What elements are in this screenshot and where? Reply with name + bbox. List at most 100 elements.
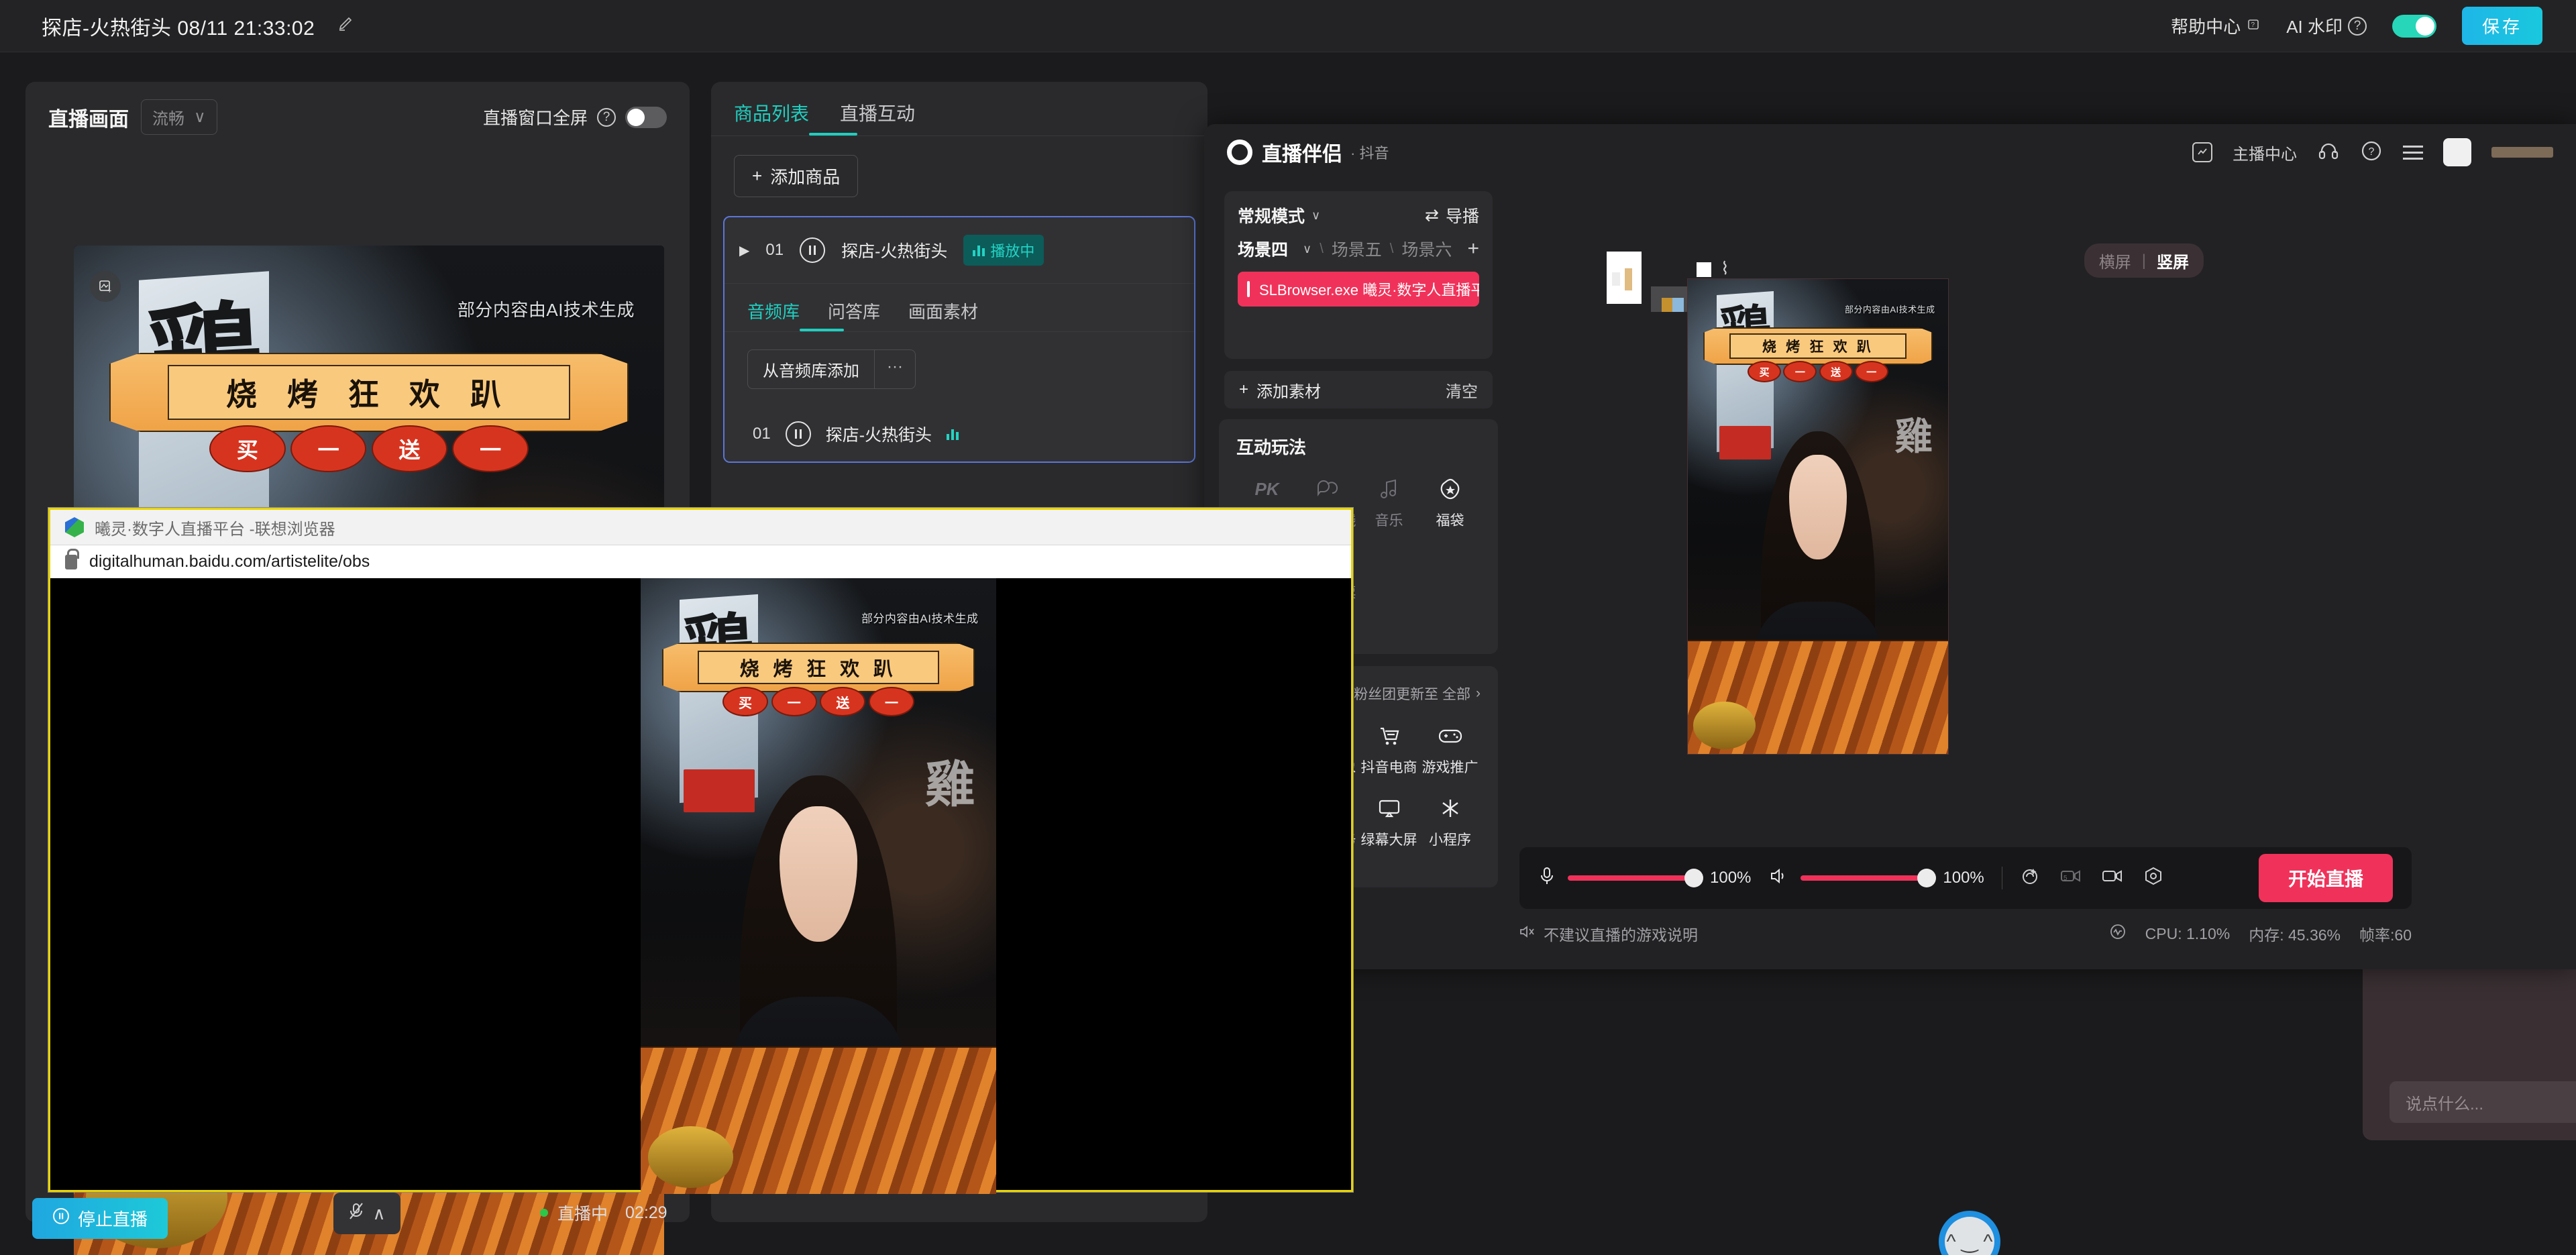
tool-item-mini-program[interactable]: 小程序: [1419, 794, 1481, 849]
orientation-portrait[interactable]: 竖屏: [2157, 249, 2189, 272]
tool-item-green-screen[interactable]: 绿幕大屏: [1358, 794, 1419, 849]
add-material-button[interactable]: + 添加素材 清空: [1224, 371, 1493, 408]
live-status-label: 直播中: [557, 1205, 608, 1223]
stop-live-button[interactable]: 停止直播: [32, 1198, 168, 1239]
pause-circle-icon[interactable]: [785, 421, 811, 447]
interactive-item-label: 音乐: [1375, 513, 1403, 529]
tab-audio-library[interactable]: 音频库: [747, 298, 800, 331]
mic-mute-control[interactable]: ∧: [333, 1193, 400, 1234]
save-button[interactable]: 保存: [2461, 7, 2542, 45]
source-item[interactable]: SLBrowser.exe 曦灵·数字人直播平台 -...: [1238, 272, 1479, 307]
scene-tab-5[interactable]: 场景五: [1332, 237, 1382, 261]
cooking-pan: [1693, 702, 1756, 749]
browser-video-preview[interactable]: 鶏 雞 部分内容由AI技术生成 烧 烤 狂 欢 趴 买 一 送 一: [641, 578, 996, 1194]
scene-separator: \: [1320, 241, 1324, 256]
browser-window: 曦灵·数字人直播平台 -联想浏览器 digitalhuman.baidu.com…: [48, 508, 1353, 1194]
add-from-library-button[interactable]: 从音频库添加 ···: [747, 349, 916, 389]
promo-ribbon-text: 烧 烤 狂 欢 趴: [167, 364, 571, 421]
promo-badge: 一: [771, 687, 817, 716]
assistant-bot-icon[interactable]: ^ ‿ ^: [1939, 1211, 2000, 1255]
chevron-down-icon[interactable]: ∨: [1311, 209, 1320, 223]
tool-item-douyin-ecommerce[interactable]: 抖音电商: [1358, 722, 1419, 777]
settings-hex-icon[interactable]: [2143, 866, 2163, 891]
anchor-center-icon[interactable]: [2192, 142, 2212, 162]
chevron-up-icon[interactable]: ∧: [372, 1203, 385, 1224]
product-name: 探店-火热街头: [841, 242, 948, 261]
hamburger-menu-icon[interactable]: [2403, 145, 2423, 160]
comment-input[interactable]: 说点什么...: [2390, 1081, 2576, 1123]
camera-icon[interactable]: [2102, 867, 2123, 889]
thumbnail-small[interactable]: [1697, 262, 1711, 277]
fullscreen-group: 直播窗口全屏 ?: [483, 105, 667, 129]
quality-select[interactable]: 流畅 ∨: [141, 99, 217, 135]
thumbnail-white[interactable]: [1607, 252, 1642, 304]
street-sign-red: [683, 769, 755, 812]
orientation-landscape[interactable]: 横屏: [2099, 249, 2131, 272]
clear-material-button[interactable]: 清空: [1446, 378, 1478, 402]
chevron-down-icon[interactable]: ∨: [1303, 242, 1311, 256]
speaker-volume-slider[interactable]: [1801, 869, 1937, 887]
companion-preview-canvas[interactable]: 鶏 雞 部分内容由AI技术生成 烧 烤 狂 欢 趴 买 一 送 一: [1687, 278, 1949, 755]
beauty-filter-icon[interactable]: [2020, 866, 2040, 891]
add-product-button[interactable]: + 添加商品: [734, 155, 859, 197]
camera-5-icon[interactable]: 5: [2060, 867, 2082, 889]
fullscreen-toggle[interactable]: [625, 106, 667, 128]
tab-live-interaction[interactable]: 直播互动: [840, 99, 915, 135]
add-scene-icon[interactable]: +: [1467, 237, 1479, 260]
cpu-usage: CPU: 1.10%: [2145, 924, 2231, 942]
interactive-item-music[interactable]: 音乐: [1358, 475, 1419, 530]
tab-screen-material[interactable]: 画面素材: [908, 298, 978, 331]
game-warning-text[interactable]: 不建议直播的游戏说明: [1544, 922, 1698, 945]
avatar[interactable]: [2443, 138, 2471, 166]
thumbnail-dark[interactable]: [1651, 286, 1687, 312]
tab-qa-library[interactable]: 问答库: [828, 298, 880, 331]
promo-badge: 一: [868, 687, 915, 716]
live-duration: 02:29: [625, 1203, 667, 1222]
ai-watermark-toggle[interactable]: [2392, 14, 2436, 38]
pause-circle-icon[interactable]: [800, 237, 826, 263]
help-center-label: 帮助中心: [2171, 17, 2241, 37]
companion-logo-icon: [1227, 140, 1252, 165]
pencil-icon[interactable]: [337, 15, 355, 37]
promo-badge: 送: [820, 687, 866, 716]
audio-row[interactable]: 01 探店-火热街头: [724, 406, 1194, 461]
promo-badge: 一: [1854, 361, 1888, 382]
expand-caret-icon[interactable]: ▶: [739, 242, 749, 259]
interactive-item-lucky-bag[interactable]: 福袋: [1419, 475, 1481, 530]
anchor-center-label[interactable]: 主播中心: [2233, 141, 2297, 164]
mic-volume-slider[interactable]: [1568, 869, 1703, 887]
fans-update-label: 粉丝团更新至 全部: [1354, 686, 1470, 702]
product-card[interactable]: ▶ 01 探店-火热街头 播放中 音频库 问答库 画面素材 从音频库添加 ···: [723, 216, 1195, 463]
add-product-label: 添加商品: [770, 167, 841, 187]
product-row[interactable]: ▶ 01 探店-火热街头 播放中: [724, 217, 1194, 283]
music-note-icon: [1375, 475, 1403, 503]
promo-ribbon: 烧 烤 狂 欢 趴: [661, 643, 975, 692]
chevron-down-icon: ∨: [194, 108, 206, 126]
status-badge-label: 播放中: [990, 243, 1035, 260]
headset-icon[interactable]: [2317, 140, 2340, 166]
microphone-icon[interactable]: [1538, 866, 1556, 891]
help-center-link[interactable]: 帮助中心 ?: [2171, 13, 2261, 38]
mode-row: 常规模式 ∨ ⇄ 导播: [1238, 203, 1479, 227]
question-circle-icon[interactable]: ?: [2347, 16, 2367, 36]
external-link-icon: ?: [2246, 17, 2261, 36]
mode-label[interactable]: 常规模式: [1238, 203, 1305, 227]
fans-update-link[interactable]: 粉丝团更新至 全部 ›: [1341, 684, 1481, 704]
orientation-toggle[interactable]: 横屏 | 竖屏: [2084, 243, 2204, 278]
library-tabs-divider: [724, 331, 1194, 332]
speaker-icon[interactable]: [1770, 867, 1788, 890]
director-button[interactable]: ⇄ 导播: [1425, 203, 1479, 227]
question-circle-icon[interactable]: ?: [597, 107, 616, 127]
browser-address-bar[interactable]: digitalhuman.baidu.com/artistelite/obs: [50, 545, 1351, 578]
lock-icon: [65, 548, 79, 569]
tool-item-game-promo[interactable]: 游戏推广: [1419, 722, 1481, 777]
start-live-button[interactable]: 开始直播: [2258, 854, 2393, 902]
plus-icon: +: [752, 166, 763, 186]
scene-tab-6[interactable]: 场景六: [1401, 237, 1452, 261]
image-add-icon[interactable]: +: [90, 271, 121, 302]
tab-product-list[interactable]: 商品列表: [734, 99, 809, 135]
scene-artwork: 鶏 雞 部分内容由AI技术生成 烧 烤 狂 欢 趴 买 一 送 一: [641, 578, 996, 1194]
question-circle-icon[interactable]: ?: [2360, 140, 2383, 166]
scene-tab-4[interactable]: 场景四: [1238, 237, 1288, 261]
more-options-icon[interactable]: ···: [874, 350, 915, 388]
